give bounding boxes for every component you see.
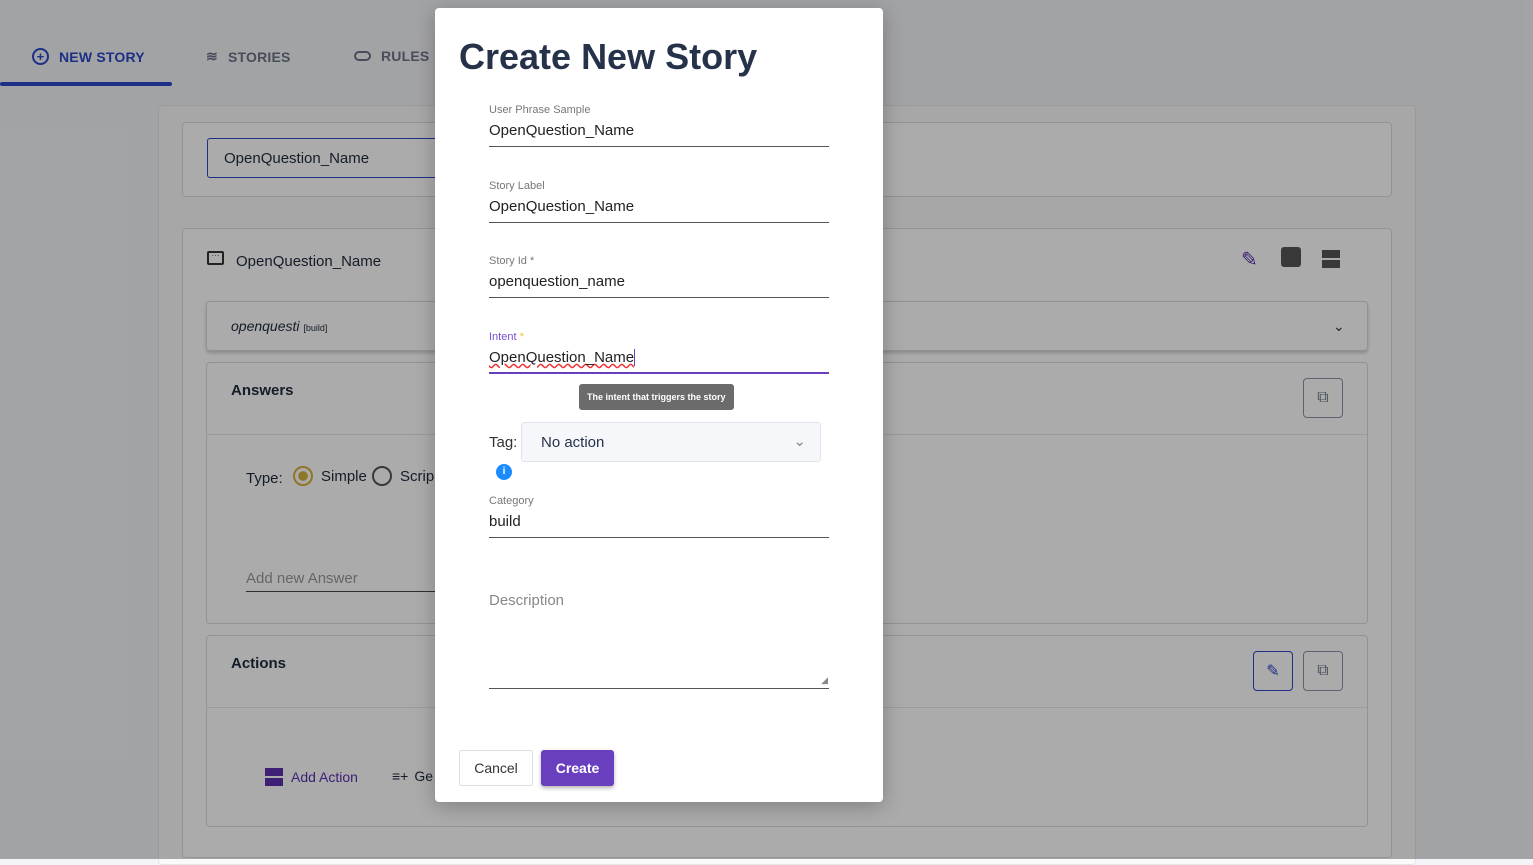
intent-tooltip: The intent that triggers the story <box>579 384 734 410</box>
required-mark: * <box>519 331 524 343</box>
intent-field[interactable]: Intent * OpenQuestion_Name <box>489 331 829 374</box>
field-label: Story Id * <box>489 255 535 267</box>
field-value: OpenQuestion_Name <box>489 349 636 366</box>
field-value: OpenQuestion_Name <box>489 198 635 215</box>
field-value: openquestion_name <box>489 273 625 290</box>
create-button[interactable]: Create <box>541 750 614 786</box>
tag-value: No action <box>541 434 605 451</box>
resize-handle-icon[interactable]: ◢ <box>821 675 828 686</box>
create-story-dialog: Create New Story User Phrase Sample OpenQ… <box>435 8 883 802</box>
tag-label: Tag: <box>489 434 518 451</box>
field-label: User Phrase Sample <box>489 104 591 116</box>
info-icon[interactable]: i <box>496 464 512 480</box>
tag-select[interactable]: No action ⌄ <box>521 422 821 462</box>
description-placeholder: Description <box>489 592 565 609</box>
story-id-field[interactable]: Story Id * openquestion_name <box>489 255 829 298</box>
description-field[interactable]: Description ◢ <box>489 592 829 689</box>
cancel-button[interactable]: Cancel <box>459 750 533 786</box>
field-label: Story Label <box>489 180 545 192</box>
field-label: Category <box>489 495 534 507</box>
dialog-title: Create New Story <box>459 36 758 77</box>
category-field[interactable]: Category build <box>489 495 829 538</box>
field-value: OpenQuestion_Name <box>489 122 635 139</box>
chevron-down-icon: ⌄ <box>793 433 806 450</box>
field-value: build <box>489 513 521 530</box>
story-label-field[interactable]: Story Label OpenQuestion_Name <box>489 180 829 223</box>
field-label: Intent <box>489 331 517 343</box>
user-phrase-field[interactable]: User Phrase Sample OpenQuestion_Name <box>489 104 829 147</box>
